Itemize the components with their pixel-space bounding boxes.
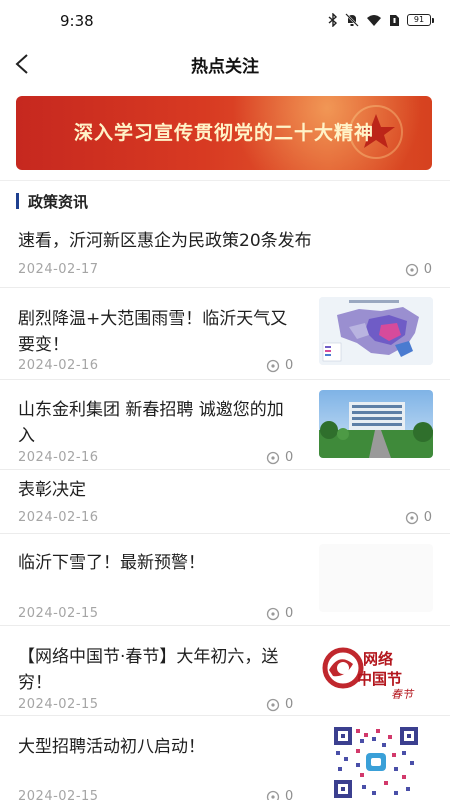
- section-title: 政策资讯: [28, 192, 89, 211]
- view-count-value: 0: [285, 697, 294, 712]
- news-date: 2024-02-15: [18, 606, 99, 621]
- svg-text:春节: 春节: [391, 688, 415, 701]
- view-count-value: 0: [285, 358, 294, 373]
- eye-count-icon: [266, 790, 280, 800]
- news-date: 2024-02-16: [18, 358, 99, 373]
- eye-count-icon: [405, 511, 418, 524]
- section-accent-bar: [16, 193, 19, 209]
- view-count: 0: [405, 510, 432, 525]
- view-count: 0: [266, 789, 293, 800]
- snow-photo-thumbnail: [319, 544, 433, 612]
- news-title: 【网络中国节·春节】大年初六，送穷！: [18, 647, 279, 693]
- battery-level: 91: [407, 14, 431, 26]
- view-count-value: 0: [285, 789, 294, 800]
- weather-map-thumbnail: [319, 297, 433, 365]
- svg-text:中国节: 中国节: [357, 670, 402, 688]
- nav-bar: 热点关注: [0, 40, 450, 88]
- news-item[interactable]: 【网络中国节·春节】大年初六，送穷！ 2024-02-15 0 网络 中国节 春…: [0, 626, 450, 716]
- status-bar: 9:38 91: [0, 0, 450, 40]
- eye-count-icon: [266, 359, 280, 372]
- view-count: 0: [266, 358, 293, 373]
- bluetooth-icon: [328, 13, 338, 27]
- building-photo-thumbnail: [319, 390, 433, 458]
- festival-logo-thumbnail: 网络 中国节 春节: [319, 634, 433, 702]
- news-item[interactable]: 速看，沂河新区惠企为民政策20条发布 2024-02-17 0: [0, 222, 450, 288]
- news-date: 2024-02-16: [18, 450, 99, 465]
- news-item[interactable]: 剧烈降温+大范围雨雪！临沂天气又要变！ 2024-02-16 0: [0, 288, 450, 380]
- news-date: 2024-02-15: [18, 789, 99, 800]
- news-date: 2024-02-16: [18, 510, 99, 525]
- view-count: 0: [266, 606, 293, 621]
- view-count-value: 0: [285, 450, 294, 465]
- news-date: 2024-02-15: [18, 697, 99, 712]
- page-title: 热点关注: [191, 57, 259, 77]
- eye-count-icon: [405, 263, 418, 276]
- news-title: 剧烈降温+大范围雨雪！临沂天气又要变！: [18, 309, 288, 355]
- view-count-value: 0: [285, 606, 294, 621]
- news-title: 临沂下雪了！最新预警！: [18, 553, 205, 573]
- wifi-icon: [367, 14, 381, 26]
- qr-code-thumbnail: [332, 725, 420, 800]
- view-count-value: 0: [423, 262, 432, 277]
- eye-count-icon: [266, 451, 280, 464]
- view-count: 0: [266, 450, 293, 465]
- news-item[interactable]: 大型招聘活动初八启动！ 2024-02-15 0: [0, 716, 450, 800]
- news-title: 速看，沂河新区惠企为民政策20条发布: [18, 231, 312, 251]
- news-item[interactable]: 临沂下雪了！最新预警！ 2024-02-15 0: [0, 534, 450, 626]
- news-title: 表彰决定: [18, 480, 86, 500]
- section-header: 政策资讯: [16, 190, 88, 212]
- news-date: 2024-02-17: [18, 262, 99, 277]
- battery-icon: 91: [407, 14, 434, 26]
- news-title: 大型招聘活动初八启动！: [18, 737, 205, 757]
- promo-banner[interactable]: 深入学习宣传贯彻党的二十大精神: [16, 96, 432, 170]
- news-item[interactable]: 表彰决定 2024-02-16 0: [0, 470, 450, 534]
- status-time: 9:38: [60, 12, 94, 30]
- svg-text:网络: 网络: [363, 650, 393, 668]
- news-item[interactable]: 山东金利集团 新春招聘 诚邀您的加入 2024-02-16 0: [0, 380, 450, 470]
- view-count-value: 0: [423, 510, 432, 525]
- banner-text: 深入学习宣传贯彻党的二十大精神: [73, 122, 374, 144]
- view-count: 0: [405, 262, 432, 277]
- sim-icon: [390, 14, 399, 26]
- divider: [0, 180, 450, 181]
- eye-count-icon: [266, 607, 280, 620]
- status-icons: 91: [328, 13, 434, 27]
- mute-icon: [345, 13, 359, 27]
- news-title: 山东金利集团 新春招聘 诚邀您的加入: [18, 400, 284, 446]
- view-count: 0: [266, 697, 293, 712]
- eye-count-icon: [266, 698, 280, 711]
